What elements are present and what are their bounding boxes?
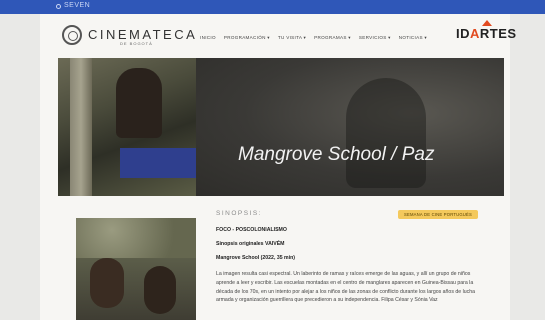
film-poster-image — [76, 218, 196, 320]
top-bar-text: SEVEN — [64, 2, 91, 9]
film-info-line: Mangrove School (2022, 35 min) — [216, 255, 295, 261]
star-icon — [482, 20, 492, 26]
nav-item-tu-visita[interactable]: TU VISITA ▾ — [278, 35, 306, 41]
page-panel: CINEMATECA DE BOGOTÁ INICIO PROGRAMACIÓN… — [40, 14, 516, 320]
cinemateca-logo-icon[interactable] — [62, 25, 82, 45]
hero-image-dark — [196, 58, 504, 196]
top-bar: SEVEN — [0, 0, 545, 14]
idartes-logo-suffix: RTES — [479, 26, 517, 41]
logo-subtitle: DE BOGOTÁ — [120, 41, 153, 46]
idartes-logo-prefix: ID — [456, 26, 470, 41]
focus-line: FOCO - POSCOLONIALISMO — [216, 227, 287, 233]
nav-item-servicios[interactable]: SERVICIOS ▾ — [359, 35, 391, 41]
idartes-logo[interactable]: ID ARTES — [456, 20, 517, 41]
site-header: CINEMATECA DE BOGOTÁ INICIO PROGRAMACIÓN… — [40, 14, 516, 58]
nav-item-programacion[interactable]: PROGRAMACIÓN ▾ — [224, 35, 270, 41]
hero-banner: Mangrove School / Paz — [58, 58, 504, 196]
event-badge[interactable]: SEMANA DE CINE PORTUGUÉS — [398, 210, 479, 219]
section-label: SINOPSIS: — [216, 210, 263, 217]
hero-image-still — [58, 58, 196, 196]
synopsis-paragraph: La imagen resulta casi espectral. Un lab… — [216, 271, 475, 304]
idartes-logo-accent: A — [470, 20, 492, 41]
nav-item-noticias[interactable]: NOTICIAS ▾ — [399, 35, 427, 41]
nav-item-programas[interactable]: PROGRAMAS ▾ — [314, 35, 351, 41]
logo-name[interactable]: CINEMATECA — [88, 27, 197, 42]
film-title: Mangrove School / Paz — [238, 144, 435, 165]
source-line: Sinopsis originales VAIVÉM — [216, 241, 285, 247]
nav-item-inicio[interactable]: INICIO — [200, 35, 216, 41]
main-nav: INICIO PROGRAMACIÓN ▾ TU VISITA ▾ PROGRA… — [200, 35, 427, 41]
location-icon — [56, 4, 61, 9]
